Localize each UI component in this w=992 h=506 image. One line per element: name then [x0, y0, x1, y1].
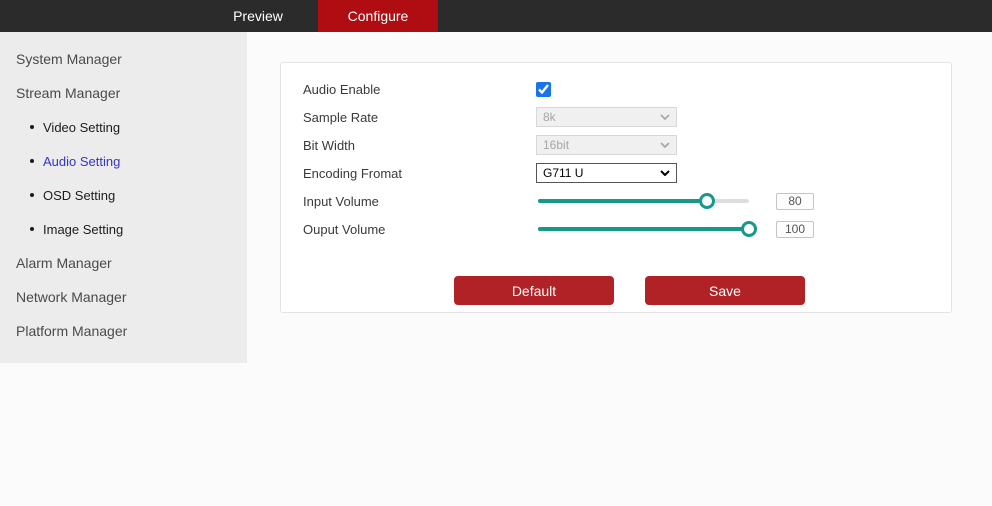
sidebar-item-label: Stream Manager: [16, 85, 121, 101]
bullet-icon: [30, 125, 34, 129]
slider-handle[interactable]: [698, 193, 715, 209]
output-volume-row: Ouput Volume 100: [281, 215, 951, 243]
encoding-format-label: Encoding Fromat: [303, 165, 402, 181]
audio-enable-row: Audio Enable: [281, 75, 951, 103]
sidebar-item-image-setting[interactable]: Image Setting: [0, 212, 247, 246]
bit-width-select: 16bit: [536, 135, 677, 155]
sidebar-item-label: OSD Setting: [43, 187, 116, 203]
sidebar-item-label: Network Manager: [16, 289, 127, 305]
sidebar-item-stream-manager[interactable]: Stream Manager: [0, 76, 247, 110]
sidebar-item-audio-setting[interactable]: Audio Setting: [0, 144, 247, 178]
sample-rate-label: Sample Rate: [303, 109, 379, 125]
chevron-down-icon: [660, 170, 670, 176]
default-button[interactable]: Default: [454, 276, 614, 305]
sidebar-item-label: Audio Setting: [43, 153, 121, 169]
sidebar-item-label: Platform Manager: [16, 323, 128, 339]
sidebar-item-osd-setting[interactable]: OSD Setting: [0, 178, 247, 212]
bullet-icon: [30, 193, 34, 197]
audio-enable-label: Audio Enable: [303, 81, 381, 97]
sample-rate-value: 8k: [543, 110, 556, 124]
chevron-down-icon: [660, 114, 670, 120]
sidebar-item-label: Alarm Manager: [16, 255, 112, 271]
tab-configure[interactable]: Configure: [318, 0, 438, 32]
bullet-icon: [30, 227, 34, 231]
audio-settings-panel: Audio Enable Sample Rate 8k Bit Width 16…: [280, 62, 952, 313]
slider-handle[interactable]: [741, 221, 757, 237]
output-volume-value: 100: [776, 220, 814, 238]
bit-width-row: Bit Width 16bit: [281, 131, 951, 159]
encoding-format-row: Encoding Fromat G711 U: [281, 159, 951, 187]
tab-preview[interactable]: Preview: [198, 0, 318, 32]
sample-rate-row: Sample Rate 8k: [281, 103, 951, 131]
sample-rate-select: 8k: [536, 107, 677, 127]
input-volume-row: Input Volume 80: [281, 187, 951, 215]
input-volume-value: 80: [776, 192, 814, 210]
input-volume-slider[interactable]: [538, 193, 749, 209]
sidebar-item-system-manager[interactable]: System Manager: [0, 42, 247, 76]
sidebar-item-label: System Manager: [16, 51, 122, 67]
input-volume-label: Input Volume: [303, 193, 379, 209]
bullet-icon: [30, 159, 34, 163]
sidebar-item-video-setting[interactable]: Video Setting: [0, 110, 247, 144]
sidebar-item-label: Image Setting: [43, 221, 124, 237]
slider-fill: [538, 199, 707, 203]
output-volume-label: Ouput Volume: [303, 221, 386, 237]
sidebar-item-alarm-manager[interactable]: Alarm Manager: [0, 246, 247, 280]
sidebar-item-network-manager[interactable]: Network Manager: [0, 280, 247, 314]
sidebar-item-label: Video Setting: [43, 119, 121, 135]
sidebar-item-platform-manager[interactable]: Platform Manager: [0, 314, 247, 348]
top-bar: Preview Configure: [0, 0, 992, 32]
bit-width-label: Bit Width: [303, 137, 356, 153]
chevron-down-icon: [660, 142, 670, 148]
save-button[interactable]: Save: [645, 276, 805, 305]
output-volume-slider[interactable]: [538, 221, 757, 237]
audio-enable-checkbox[interactable]: [536, 81, 551, 97]
top-tabs: Preview Configure: [198, 0, 992, 32]
encoding-format-select[interactable]: G711 U: [536, 163, 677, 183]
slider-fill: [538, 227, 749, 231]
button-row: Default Save: [454, 276, 951, 305]
sidebar: System Manager Stream Manager Video Sett…: [0, 32, 247, 363]
encoding-format-value: G711 U: [543, 166, 584, 180]
bit-width-value: 16bit: [543, 138, 570, 152]
